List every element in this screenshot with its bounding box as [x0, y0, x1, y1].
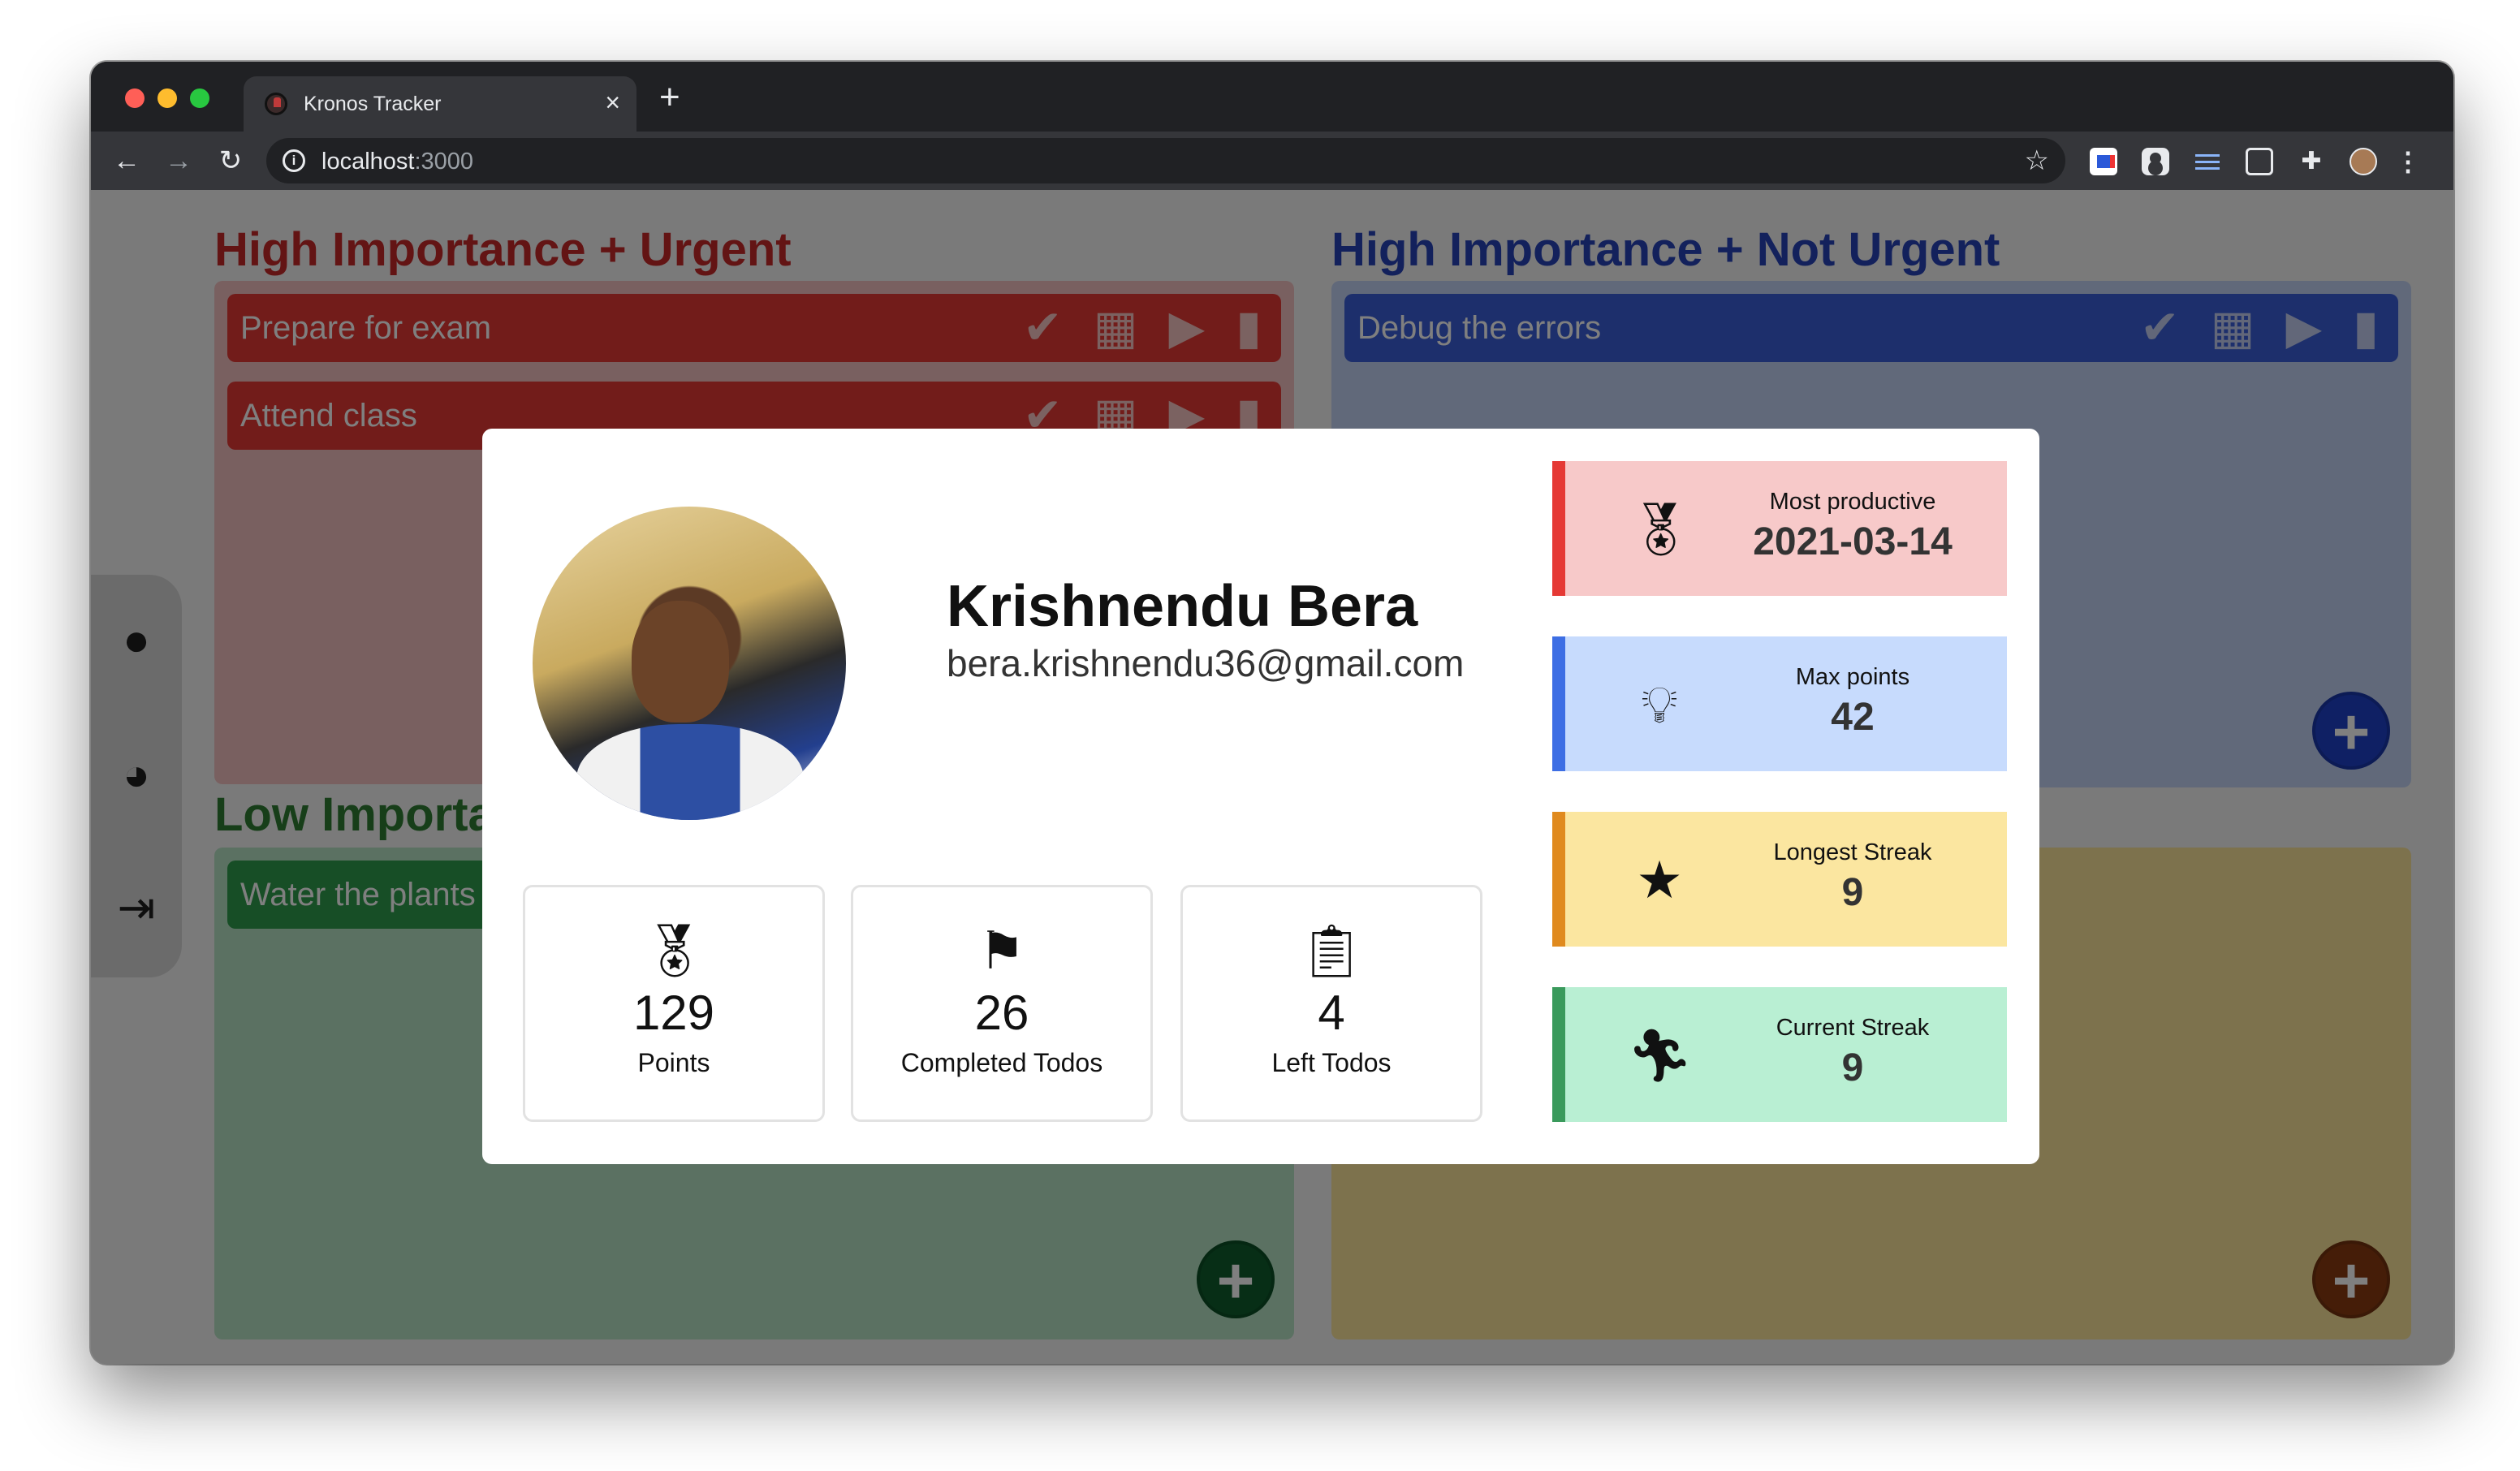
profile-name: Krishnendu Bera: [947, 574, 1418, 639]
card-label: Max points: [1795, 664, 1910, 690]
card-accent-bar: [1552, 812, 1565, 947]
tab-close-icon[interactable]: ×: [605, 88, 620, 117]
stat-points: 🏅︎ 129 Points: [523, 885, 825, 1122]
card-most-productive: 🏅︎ Most productive 2021-03-14: [1552, 461, 2007, 596]
profile-modal: Krishnendu Bera bera.krishnendu36@gmail.…: [482, 429, 2039, 1164]
site-info-icon[interactable]: i: [283, 149, 305, 172]
avatar: [533, 507, 846, 820]
browser-menu-icon[interactable]: ⋮: [2395, 148, 2421, 175]
address-bar[interactable]: i localhost:3000 ☆: [266, 138, 2065, 183]
profile-avatar-icon[interactable]: [2350, 148, 2377, 175]
extension-window-icon[interactable]: [2246, 148, 2273, 175]
page-viewport: High Importance + Urgent High Importance…: [91, 190, 2453, 1364]
profile-email: bera.krishnendu36@gmail.com: [947, 642, 1465, 684]
card-value: 9: [1841, 871, 1864, 914]
browser-window: Kronos Tracker × + ← → ↻ i localhost:300…: [91, 62, 2453, 1364]
running-icon: 🏃︎: [1627, 1026, 1694, 1085]
forward-icon[interactable]: →: [159, 141, 198, 180]
card-longest-streak: ★ Longest Streak 9: [1552, 812, 2007, 947]
browser-tab[interactable]: Kronos Tracker ×: [244, 76, 636, 132]
favicon-icon: [265, 93, 287, 115]
extension-flag-icon[interactable]: [2090, 148, 2117, 175]
star-icon: ★: [1636, 851, 1683, 909]
back-icon[interactable]: ←: [107, 141, 146, 180]
browser-toolbar: ← → ↻ i localhost:3000 ☆ ✚ ⋮: [91, 132, 2453, 190]
card-current-streak: 🏃︎ Current Streak 9: [1552, 987, 2007, 1122]
card-label: Longest Streak: [1773, 839, 1932, 865]
stat-value: 129: [632, 986, 715, 1040]
medal-icon: 🏅︎: [1627, 500, 1694, 559]
medal-icon: 🏅︎: [641, 921, 707, 980]
extension-list-icon[interactable]: [2194, 148, 2221, 175]
tab-strip: Kronos Tracker × +: [91, 62, 2453, 132]
checkered-flag-icon: ⚑: [978, 921, 1025, 980]
card-accent-bar: [1552, 636, 1565, 771]
stat-label: Points: [637, 1048, 710, 1077]
stat-value: 4: [1318, 986, 1345, 1040]
card-accent-bar: [1552, 987, 1565, 1122]
stat-label: Completed Todos: [900, 1048, 1103, 1077]
clipboard-list-icon: 📋︎: [1298, 921, 1365, 980]
tab-title: Kronos Tracker: [304, 93, 442, 115]
maximize-window-button[interactable]: [190, 88, 209, 108]
new-tab-button[interactable]: +: [659, 80, 680, 115]
minimize-window-button[interactable]: [158, 88, 177, 108]
card-label: Most productive: [1769, 489, 1936, 515]
stat-value: 26: [974, 986, 1029, 1040]
lightbulb-icon: 💡︎: [1641, 675, 1678, 734]
close-window-button[interactable]: [125, 88, 145, 108]
card-label: Current Streak: [1776, 1015, 1930, 1041]
stat-completed-todos: ⚑ 26 Completed Todos: [851, 885, 1153, 1122]
extensions-puzzle-icon[interactable]: ✚: [2298, 148, 2325, 175]
bookmark-star-icon[interactable]: ☆: [2025, 145, 2049, 177]
card-value: 42: [1831, 696, 1875, 739]
stat-label: Left Todos: [1271, 1048, 1392, 1077]
card-accent-bar: [1552, 461, 1565, 596]
card-value: 9: [1841, 1046, 1864, 1089]
card-value: 2021-03-14: [1753, 520, 1953, 563]
stat-left-todos: 📋︎ 4 Left Todos: [1180, 885, 1482, 1122]
extension-contacts-icon[interactable]: [2142, 148, 2169, 175]
card-max-points: 💡︎ Max points 42: [1552, 636, 2007, 771]
url-text: localhost:3000: [321, 149, 474, 175]
reload-icon[interactable]: ↻: [211, 141, 250, 180]
